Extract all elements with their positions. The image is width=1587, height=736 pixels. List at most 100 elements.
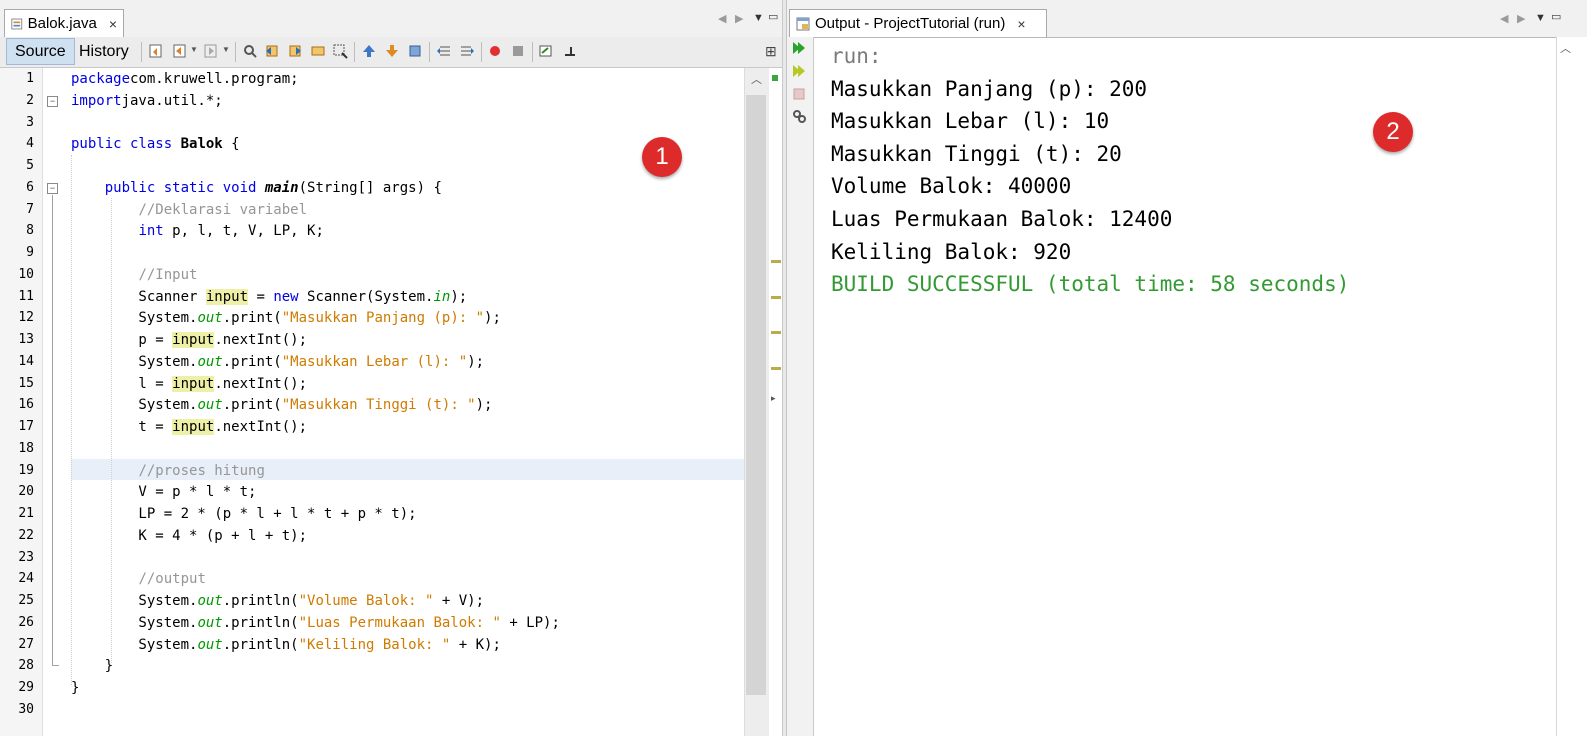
output-line: Masukkan Tinggi (t): 20: [831, 141, 1122, 166]
code-token: + K);: [450, 636, 501, 653]
occurrence-mark[interactable]: [771, 331, 781, 334]
code-token: input: [172, 332, 215, 348]
chevron-down-icon[interactable]: ▼: [753, 12, 764, 24]
shift-left-icon[interactable]: [436, 43, 452, 59]
maximize-icon[interactable]: ▭: [1551, 10, 1561, 23]
code-line: //Input: [71, 265, 197, 286]
split-view-icon[interactable]: ⊞: [765, 43, 777, 60]
toggle-highlight-icon[interactable]: [310, 43, 326, 59]
code-token: .nextInt();: [214, 332, 308, 348]
code-token: (String[] args) {: [298, 179, 442, 196]
history-view-button[interactable]: History: [71, 38, 137, 65]
source-view-button[interactable]: Source: [6, 38, 75, 65]
maximize-icon[interactable]: ▭: [768, 10, 778, 23]
find-icon[interactable]: [242, 43, 258, 59]
status-ok-icon: [772, 75, 778, 81]
close-icon[interactable]: ×: [1017, 16, 1025, 32]
code-token: + V);: [433, 593, 485, 609]
comment-icon[interactable]: [538, 43, 554, 59]
tab-balok-java[interactable]: Balok.java ×: [4, 9, 124, 37]
toolbar-separator: [235, 42, 236, 62]
code-token: System.: [71, 353, 198, 370]
previous-bookmark-icon[interactable]: [361, 43, 377, 59]
line-number: 5: [26, 158, 34, 173]
next-bookmark-icon[interactable]: [384, 43, 400, 59]
line-number: 29: [18, 680, 34, 695]
code-line: p = input.nextInt();: [71, 330, 307, 351]
line-number: 17: [18, 419, 34, 434]
line-number: 1: [26, 71, 34, 86]
scrollbar-thumb[interactable]: [746, 95, 766, 695]
code-token: "Keliling Balok: ": [298, 636, 451, 653]
forward-icon[interactable]: [203, 43, 219, 59]
toggle-bookmark-icon[interactable]: [407, 43, 423, 59]
shift-right-icon[interactable]: [459, 43, 475, 59]
line-number: 6: [26, 179, 34, 195]
settings-icon[interactable]: [791, 108, 807, 124]
code-token: input: [172, 419, 215, 435]
occurrence-mark[interactable]: [771, 260, 781, 263]
fold-toggle-icon[interactable]: −: [47, 183, 58, 194]
occurrence-mark[interactable]: [771, 367, 781, 370]
stop-icon[interactable]: [791, 86, 807, 102]
toolbar-separator: [429, 42, 430, 62]
find-previous-icon[interactable]: [264, 43, 280, 59]
code-token: public static void: [104, 179, 257, 196]
chevron-down-icon[interactable]: ▼: [1535, 12, 1546, 24]
rectangular-selection-icon[interactable]: [332, 43, 348, 59]
chevron-down-icon[interactable]: ▼: [222, 45, 230, 54]
code-line: System.out.println("Keliling Balok: " + …: [71, 635, 501, 656]
occurrence-mark[interactable]: [771, 296, 781, 299]
scroll-right-icon[interactable]: ▶: [735, 12, 743, 25]
code-token: );: [475, 397, 493, 414]
code-token: import: [71, 92, 122, 109]
code-token: out: [197, 636, 223, 653]
code-line: //output: [71, 569, 205, 590]
code-token: out: [197, 614, 223, 631]
rerun-with-params-icon[interactable]: [791, 63, 807, 79]
scroll-up-icon[interactable]: ︿: [751, 71, 762, 87]
toolbar-separator: [354, 42, 355, 62]
line-number: 2: [26, 92, 34, 108]
line-number: 28: [18, 658, 34, 674]
code-token: System.: [71, 310, 198, 327]
scroll-up-icon[interactable]: ︿: [1560, 40, 1571, 56]
code-line: System.out.println("Volume Balok: " + V)…: [71, 591, 484, 612]
code-token: in: [433, 288, 451, 305]
start-macro-icon[interactable]: [487, 43, 503, 59]
output-pane: Output - ProjectTutorial (run) × ◀ ▶ ▼ ▭…: [787, 0, 1587, 736]
code-token: "Volume Balok: ": [298, 593, 434, 609]
line-number: 15: [18, 375, 34, 391]
stop-macro-icon[interactable]: [510, 43, 526, 59]
scroll-left-icon[interactable]: ◀: [1500, 12, 1508, 25]
code-line: }: [71, 678, 79, 699]
output-scrollbar[interactable]: [1556, 37, 1587, 736]
rerun-icon[interactable]: [791, 40, 807, 56]
code-token: "Masukkan Panjang (p): ": [281, 310, 485, 327]
code-token: .println(: [222, 614, 299, 631]
code-line: K = 4 * (p + l + t);: [71, 526, 307, 547]
back-icon[interactable]: [172, 43, 188, 59]
code-line: l = input.nextInt();: [71, 374, 307, 395]
chevron-down-icon[interactable]: ▼: [190, 45, 198, 54]
tab-output[interactable]: Output - ProjectTutorial (run) ×: [789, 9, 1047, 37]
fold-toggle-icon[interactable]: −: [47, 96, 58, 107]
uncomment-icon[interactable]: [562, 43, 578, 59]
code-token: com.kruwell.program;: [130, 71, 299, 87]
scroll-left-icon[interactable]: ◀: [718, 12, 726, 25]
code-token: .print(: [222, 310, 282, 327]
close-icon[interactable]: ×: [109, 16, 117, 32]
scroll-right-icon[interactable]: ▶: [1517, 12, 1525, 25]
code-line: packagecom.kruwell.program;: [71, 69, 299, 90]
annotation-badge-2: 2: [1373, 112, 1413, 152]
find-next-icon[interactable]: [287, 43, 303, 59]
fold-guide: [52, 195, 53, 665]
code-token: );: [484, 310, 501, 327]
line-number: 21: [18, 506, 34, 521]
last-edit-icon[interactable]: [148, 43, 164, 59]
code-token: );: [467, 353, 485, 370]
output-line: Keliling Balok: 920: [831, 239, 1072, 264]
